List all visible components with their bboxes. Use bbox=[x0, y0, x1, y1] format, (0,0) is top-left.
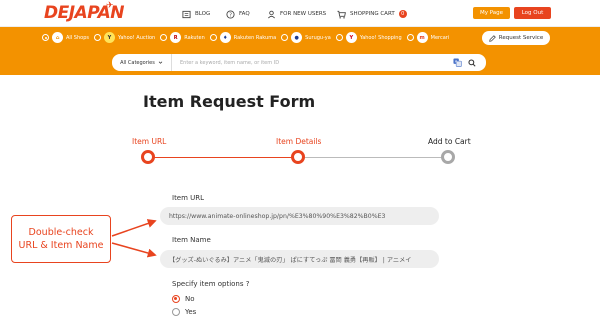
item-options-label: Specify item options ? bbox=[172, 280, 250, 288]
my-page-button[interactable]: My Page bbox=[473, 7, 510, 19]
chevron-down-icon bbox=[158, 61, 163, 64]
blog-icon bbox=[182, 10, 191, 18]
edit-icon bbox=[489, 34, 496, 42]
progress-line-pending bbox=[298, 157, 448, 158]
option-no-label: No bbox=[185, 295, 195, 303]
item-name-label: Item Name bbox=[172, 236, 211, 244]
shop-option-rakuma[interactable]: ♦ Rakuten Rakuma bbox=[209, 32, 277, 43]
top-header: DEJAPAN ✈ BLOG ? FAQ FOR NEW USERS SHOPP… bbox=[0, 0, 600, 27]
surugaya-icon: ● bbox=[291, 32, 303, 43]
item-url-label: Item URL bbox=[172, 194, 205, 202]
step-indicator-item-details bbox=[291, 150, 305, 164]
shop-label: Surugu-ya bbox=[305, 34, 331, 41]
step-indicator-add-to-cart bbox=[441, 150, 455, 164]
category-select[interactable]: All Categories bbox=[112, 54, 172, 71]
rakuten-icon: R bbox=[170, 32, 182, 43]
shop-radio[interactable] bbox=[406, 34, 414, 41]
shop-label: Rakuten bbox=[184, 34, 205, 41]
logout-button[interactable]: Log Out bbox=[514, 7, 551, 19]
help-icon: ? bbox=[226, 9, 235, 18]
shop-option-yahoo-shopping[interactable]: Y Yahoo! Shopping bbox=[335, 32, 402, 43]
annotation-line-1: Double-check bbox=[28, 227, 94, 238]
cart-count-badge: 0 bbox=[398, 10, 407, 18]
option-yes-radio[interactable] bbox=[172, 308, 180, 316]
progress-line-done bbox=[148, 157, 298, 158]
shop-option-rakuten[interactable]: R Rakuten bbox=[160, 32, 205, 43]
shop-option-surugaya[interactable]: ● Surugu-ya bbox=[281, 32, 331, 43]
shop-label: All Shops bbox=[66, 34, 89, 41]
shop-option-yahoo-auction[interactable]: Y Yahoo! Auction bbox=[93, 32, 156, 43]
annotation-callout: Double-check URL & Item Name bbox=[11, 215, 111, 263]
shop-radio[interactable] bbox=[160, 34, 168, 41]
shop-label: Yahoo! Auction bbox=[117, 34, 156, 41]
cart-icon bbox=[337, 10, 346, 19]
search-bar: All Categories A bbox=[112, 54, 486, 71]
nav-faq-label: FAQ bbox=[239, 11, 250, 17]
option-no-radio[interactable] bbox=[172, 295, 180, 303]
dejapan-logo[interactable]: DEJAPAN ✈ bbox=[44, 1, 125, 23]
user-icon bbox=[268, 10, 275, 18]
step-label-item-url: Item URL bbox=[132, 137, 167, 146]
search-input[interactable] bbox=[172, 54, 453, 71]
nav-cart-label: SHOPPING CART bbox=[350, 11, 395, 17]
step-label-item-details: Item Details bbox=[276, 137, 322, 146]
option-no[interactable]: No bbox=[172, 295, 195, 303]
category-select-label: All Categories bbox=[120, 59, 155, 66]
option-yes-label: Yes bbox=[185, 308, 197, 316]
svg-text:?: ? bbox=[229, 12, 232, 18]
search-icon[interactable] bbox=[468, 58, 476, 67]
shop-radio[interactable] bbox=[209, 34, 217, 41]
step-label-add-to-cart: Add to Cart bbox=[428, 137, 471, 146]
shop-option-all[interactable]: ⌂ All Shops bbox=[42, 32, 89, 43]
shop-label: Rakuten Rakuma bbox=[233, 34, 277, 41]
nav-blog[interactable]: BLOG bbox=[182, 8, 210, 20]
all-shops-icon: ⌂ bbox=[52, 32, 63, 43]
yahoo-shopping-icon: Y bbox=[345, 32, 357, 43]
shop-option-mercari[interactable]: m Mercari bbox=[406, 32, 450, 43]
translate-icon[interactable]: A bbox=[453, 58, 462, 67]
nav-new-users-label: FOR NEW USERS bbox=[280, 11, 327, 17]
shop-radio[interactable] bbox=[335, 34, 343, 41]
request-service-button[interactable]: Request Service bbox=[482, 31, 550, 45]
nav-blog-label: BLOG bbox=[195, 11, 211, 17]
mercari-icon: m bbox=[416, 32, 428, 43]
rakuma-icon: ♦ bbox=[219, 32, 231, 43]
shop-radio[interactable] bbox=[93, 34, 101, 41]
shop-radio[interactable] bbox=[42, 34, 49, 41]
yahoo-auction-icon: Y bbox=[103, 32, 115, 43]
option-yes[interactable]: Yes bbox=[172, 308, 196, 316]
shop-label: Mercari bbox=[430, 34, 450, 41]
shop-radio-group: ⌂ All Shops Y Yahoo! Auction R Rakuten ♦… bbox=[42, 31, 449, 44]
shop-radio[interactable] bbox=[281, 34, 289, 41]
nav-cart[interactable]: SHOPPING CART 0 bbox=[337, 8, 407, 20]
annotation-line-2: URL & Item Name bbox=[18, 240, 104, 251]
request-service-label: Request Service bbox=[498, 35, 544, 41]
item-url-field[interactable]: https://www.animate-onlineshop.jp/pn/%E3… bbox=[160, 207, 439, 225]
arrow-to-name bbox=[111, 242, 157, 258]
page-title: Item Request Form bbox=[143, 92, 316, 111]
nav-faq[interactable]: ? FAQ bbox=[226, 8, 250, 20]
arrow-to-url bbox=[111, 219, 157, 237]
shop-filter-bar: ⌂ All Shops Y Yahoo! Auction R Rakuten ♦… bbox=[0, 27, 600, 75]
step-indicator-item-url bbox=[141, 150, 155, 164]
airplane-icon: ✈ bbox=[106, 1, 114, 11]
shop-label: Yahoo! Shopping bbox=[359, 34, 402, 41]
item-name-field[interactable]: 【グッズ-ぬいぐるみ】アニメ「鬼滅の刃」 ぱにすてっぷ 冨岡 義勇【再販】 | … bbox=[160, 250, 439, 268]
nav-new-users[interactable]: FOR NEW USERS bbox=[267, 8, 326, 20]
